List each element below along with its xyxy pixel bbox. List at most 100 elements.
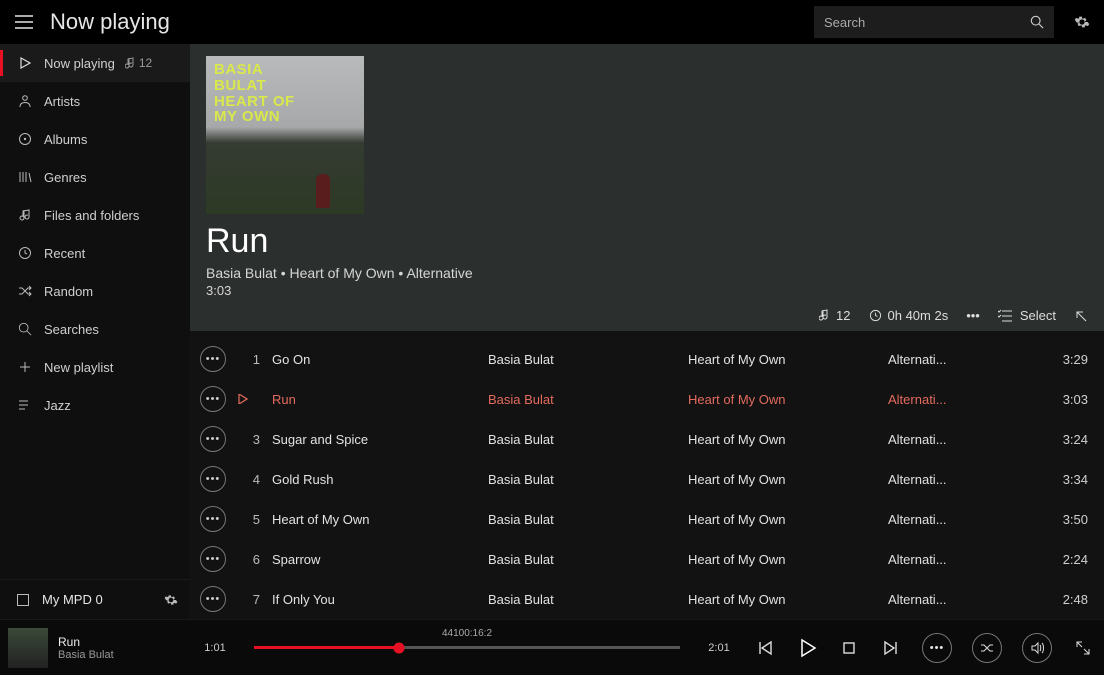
sidebar-item-new-playlist[interactable]: New playlist xyxy=(0,348,190,386)
search-icon xyxy=(1030,15,1044,29)
more-button[interactable]: ••• xyxy=(966,308,980,323)
gear-icon xyxy=(1074,14,1090,30)
album-art[interactable]: BASIA BULAT HEART OF MY OWN xyxy=(206,56,364,214)
track-album: Heart of My Own xyxy=(688,512,888,527)
gear-icon xyxy=(164,593,178,607)
track-artist: Basia Bulat xyxy=(488,352,688,367)
settings-button[interactable] xyxy=(1060,0,1104,44)
track-title: Run xyxy=(268,392,488,407)
track-album: Heart of My Own xyxy=(688,472,888,487)
track-genre: Alternati... xyxy=(888,352,968,367)
mini-track-artist: Basia Bulat xyxy=(58,649,114,661)
track-list: •••1Go OnBasia BulatHeart of My OwnAlter… xyxy=(190,331,1104,619)
sidebar-item-label: Recent xyxy=(44,246,85,261)
album-art-line: HEART OF xyxy=(214,94,295,110)
mini-track-title: Run xyxy=(58,635,114,649)
person-icon xyxy=(14,94,36,108)
more-options-button[interactable]: ••• xyxy=(922,633,952,663)
volume-button[interactable] xyxy=(1022,633,1052,663)
server-selector[interactable]: My MPD 0 xyxy=(0,579,190,619)
sidebar-item-now-playing[interactable]: Now playing 12 xyxy=(0,44,190,82)
track-duration: 3:29 xyxy=(1038,352,1088,367)
next-button[interactable] xyxy=(880,637,902,659)
track-album: Heart of My Own xyxy=(688,432,888,447)
track-row[interactable]: ••• RunBasia BulatHeart of My OwnAlternat… xyxy=(190,379,1104,419)
shuffle-icon xyxy=(980,641,994,655)
menu-button[interactable] xyxy=(0,0,48,44)
sidebar-item-playlist-jazz[interactable]: Jazz xyxy=(0,386,190,424)
collapse-button[interactable] xyxy=(1074,309,1088,323)
track-row[interactable]: •••6SparrowBasia BulatHeart of My OwnAlt… xyxy=(190,539,1104,579)
audio-format: 44100:16:2 xyxy=(442,628,492,639)
clock-icon xyxy=(869,309,882,322)
track-row[interactable]: •••5Heart of My OwnBasia BulatHeart of M… xyxy=(190,499,1104,539)
sidebar-item-label: Now playing xyxy=(44,56,115,71)
track-options-button[interactable]: ••• xyxy=(200,586,226,612)
shuffle-button[interactable] xyxy=(972,633,1002,663)
player-bar: Run Basia Bulat 1:01 44100:16:2 2:01 ••• xyxy=(0,619,1104,675)
now-playing-hero: BASIA BULAT HEART OF MY OWN Run Basia Bu… xyxy=(190,44,1104,331)
track-duration: 3:03 xyxy=(1038,392,1088,407)
track-album: Heart of My Own xyxy=(688,592,888,607)
sidebar-item-recent[interactable]: Recent xyxy=(0,234,190,272)
sidebar-item-label: Random xyxy=(44,284,93,299)
stop-button[interactable] xyxy=(838,637,860,659)
select-button[interactable]: Select xyxy=(998,308,1056,323)
track-options-button[interactable]: ••• xyxy=(200,426,226,452)
sidebar-item-artists[interactable]: Artists xyxy=(0,82,190,120)
sidebar-item-label: Artists xyxy=(44,94,80,109)
server-settings-button[interactable] xyxy=(164,593,178,607)
sidebar-item-random[interactable]: Random xyxy=(0,272,190,310)
track-number: 1 xyxy=(238,352,268,367)
arrow-up-left-icon xyxy=(1074,309,1088,323)
track-genre: Alternati... xyxy=(888,392,968,407)
track-album: Heart of My Own xyxy=(688,352,888,367)
plus-icon xyxy=(14,361,36,373)
track-title: Sparrow xyxy=(268,552,488,567)
sidebar-item-label: Files and folders xyxy=(44,208,139,223)
sidebar-item-files[interactable]: Files and folders xyxy=(0,196,190,234)
main-pane: BASIA BULAT HEART OF MY OWN Run Basia Bu… xyxy=(190,44,1104,619)
sidebar: Now playing 12 Artists Albums Genres xyxy=(0,44,190,619)
track-options-button[interactable]: ••• xyxy=(200,546,226,572)
note-icon xyxy=(819,309,830,322)
track-duration: 3:03 xyxy=(206,283,1088,298)
seek-bar[interactable]: 44100:16:2 xyxy=(254,646,680,649)
track-album: Heart of My Own xyxy=(688,392,888,407)
track-meta: Basia Bulat • Heart of My Own • Alternat… xyxy=(206,265,1088,281)
track-duration: 3:24 xyxy=(1038,432,1088,447)
track-options-button[interactable]: ••• xyxy=(200,386,226,412)
track-options-button[interactable]: ••• xyxy=(200,346,226,372)
search-input[interactable]: Search xyxy=(814,6,1054,38)
track-options-button[interactable]: ••• xyxy=(200,506,226,532)
fullscreen-button[interactable] xyxy=(1072,637,1094,659)
sidebar-now-playing-count: 12 xyxy=(139,56,152,70)
playlist-icon xyxy=(14,399,36,411)
track-options-button[interactable]: ••• xyxy=(200,466,226,492)
previous-button[interactable] xyxy=(754,637,776,659)
shuffle-icon xyxy=(14,284,36,298)
track-number: 6 xyxy=(238,552,268,567)
track-title: Heart of My Own xyxy=(268,512,488,527)
volume-icon xyxy=(1030,641,1044,655)
expand-icon xyxy=(1075,640,1091,656)
sidebar-item-searches[interactable]: Searches xyxy=(0,310,190,348)
track-title: Gold Rush xyxy=(268,472,488,487)
sidebar-item-label: Genres xyxy=(44,170,87,185)
track-row[interactable]: •••7If Only YouBasia BulatHeart of My Ow… xyxy=(190,579,1104,619)
sidebar-item-genres[interactable]: Genres xyxy=(0,158,190,196)
track-row[interactable]: •••4Gold RushBasia BulatHeart of My OwnA… xyxy=(190,459,1104,499)
track-row[interactable]: •••1Go OnBasia BulatHeart of My OwnAlter… xyxy=(190,339,1104,379)
mini-player[interactable]: Run Basia Bulat xyxy=(0,628,190,668)
note-icon xyxy=(125,57,135,69)
disc-icon xyxy=(14,132,36,146)
search-icon xyxy=(14,322,36,336)
sidebar-item-label: New playlist xyxy=(44,360,113,375)
track-artist: Basia Bulat xyxy=(488,392,688,407)
server-name: My MPD 0 xyxy=(42,592,103,607)
play-button[interactable] xyxy=(796,637,818,659)
track-row[interactable]: •••3Sugar and SpiceBasia BulatHeart of M… xyxy=(190,419,1104,459)
track-artist: Basia Bulat xyxy=(488,472,688,487)
search-placeholder: Search xyxy=(824,15,1030,30)
sidebar-item-albums[interactable]: Albums xyxy=(0,120,190,158)
